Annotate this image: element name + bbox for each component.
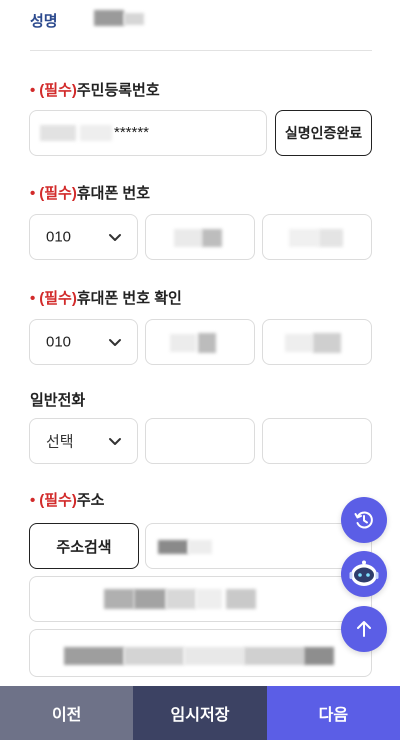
address-line1-input[interactable] <box>29 576 372 622</box>
postcode-input[interactable] <box>145 523 372 569</box>
history-icon <box>354 511 373 529</box>
phone-confirm-prefix-select[interactable]: 010 <box>29 319 138 365</box>
phone-label: • (필수)휴대폰 번호 <box>30 185 151 202</box>
phone-last-input[interactable] <box>262 214 372 260</box>
verify-button[interactable]: 실명인증완료 <box>275 110 372 156</box>
rrn-label: • (필수)주민등록번호 <box>30 82 160 99</box>
temp-save-button[interactable]: 임시저장 <box>133 686 267 740</box>
chevron-down-icon <box>109 234 121 241</box>
chatbot-icon <box>349 560 379 586</box>
prev-button[interactable]: 이전 <box>0 686 134 740</box>
arrow-up-icon <box>357 621 371 637</box>
phone-confirm-middle-input[interactable] <box>145 319 255 365</box>
address-line2-input[interactable] <box>29 629 372 677</box>
chevron-down-icon <box>109 339 121 346</box>
phone-prefix-value: 010 <box>46 228 72 246</box>
bottom-action-bar: 이전 임시저장 다음 <box>0 686 400 740</box>
rrn-masked-digits: ****** <box>114 124 150 141</box>
next-button[interactable]: 다음 <box>266 686 400 740</box>
chevron-down-icon <box>109 438 121 445</box>
phone-confirm-prefix-value: 010 <box>46 333 72 351</box>
rrn-input[interactable]: ****** <box>29 110 267 156</box>
phone-prefix-select[interactable]: 010 <box>29 214 138 260</box>
name-value-masked <box>94 10 144 26</box>
name-label: 성명 <box>30 13 58 30</box>
history-button[interactable] <box>341 497 387 543</box>
address-search-button[interactable]: 주소검색 <box>29 523 139 569</box>
landline-label: 일반전화 <box>30 392 86 409</box>
landline-middle-input[interactable] <box>145 418 255 464</box>
chatbot-button[interactable] <box>341 551 387 597</box>
scroll-top-button[interactable] <box>341 606 387 652</box>
address-label: • (필수)주소 <box>30 492 105 509</box>
phone-confirm-last-input[interactable] <box>262 319 372 365</box>
phone-middle-input[interactable] <box>145 214 255 260</box>
landline-prefix-select[interactable]: 선택 <box>29 418 138 464</box>
name-row: 성명 <box>30 0 372 51</box>
phone-confirm-label: • (필수)휴대폰 번호 확인 <box>30 290 182 307</box>
landline-prefix-value: 선택 <box>46 433 74 451</box>
landline-last-input[interactable] <box>262 418 372 464</box>
